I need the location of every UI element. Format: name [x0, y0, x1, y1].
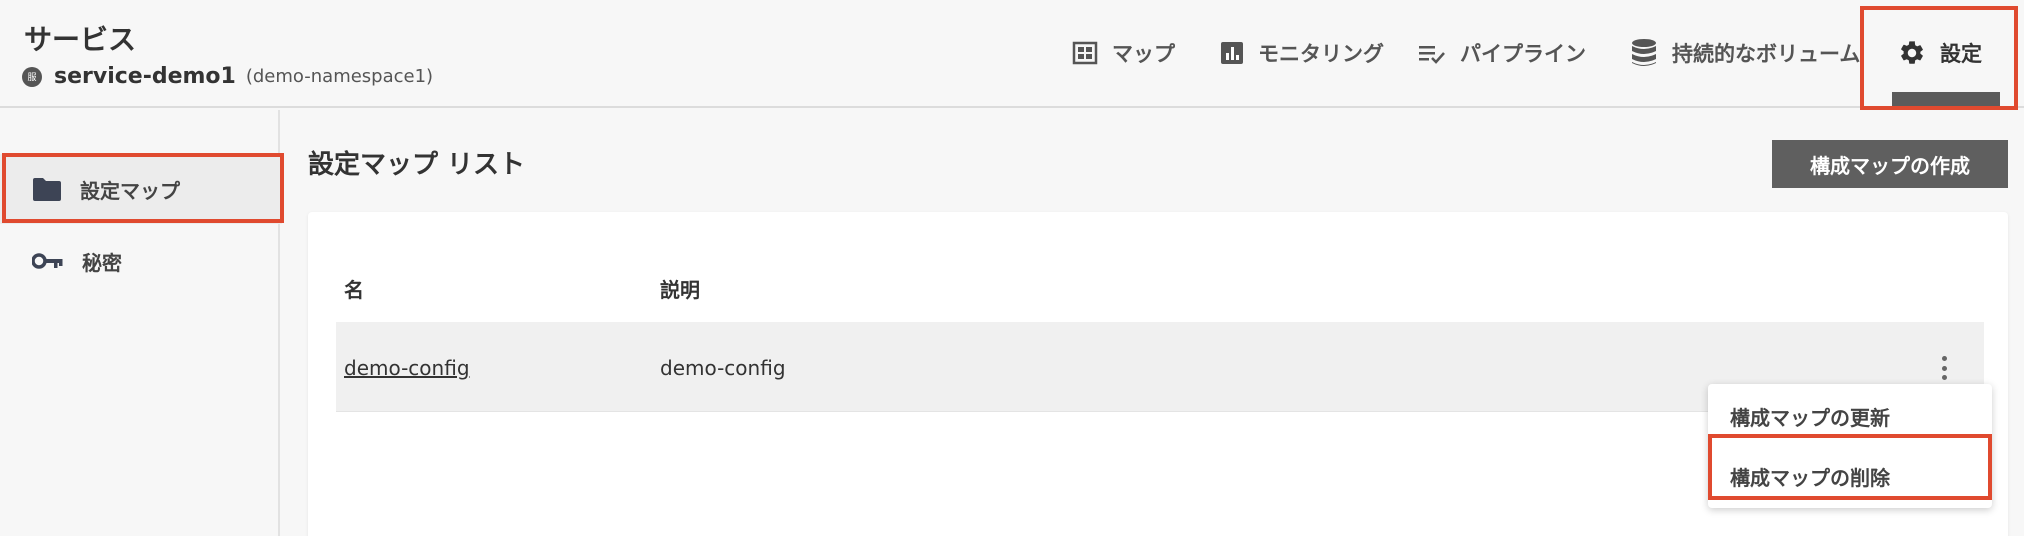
create-config-map-button[interactable]: 構成マップの作成 — [1772, 140, 2008, 188]
sidebar-item-label: 設定マップ — [80, 178, 180, 203]
gear-icon — [1901, 41, 1923, 64]
menu-item-update-config-map[interactable]: 構成マップの更新 — [1708, 388, 1992, 444]
sidebar-item-secret[interactable]: 秘密 — [0, 226, 282, 296]
database-icon — [1632, 39, 1656, 66]
app-header: サービス 服 service-demo1 (demo-namespace1) マ… — [0, 0, 2024, 108]
active-tab-indicator — [1892, 92, 2000, 106]
column-header-description: 説明 — [660, 278, 700, 302]
sidebar: 設定マップ 秘密 — [0, 110, 282, 536]
service-name: service-demo1 — [54, 64, 236, 89]
tab-pipeline-label: パイプライン — [1460, 42, 1586, 66]
folder-icon — [33, 178, 61, 201]
tab-map[interactable]: マップ — [1072, 0, 1175, 106]
tab-pipeline[interactable]: パイプライン — [1418, 0, 1586, 106]
chart-icon — [1221, 42, 1243, 64]
tab-persistent-volume[interactable]: 持続的なボリューム — [1630, 0, 1860, 106]
sidebar-item-label: 秘密 — [82, 250, 122, 275]
config-map-description: demo-config — [660, 356, 786, 380]
tab-map-label: マップ — [1112, 42, 1175, 66]
menu-item-delete-config-map[interactable]: 構成マップの削除 — [1708, 448, 1992, 504]
row-actions-menu-icon[interactable] — [1936, 354, 1952, 382]
service-info: 服 service-demo1 (demo-namespace1) — [22, 64, 433, 89]
namespace-label: (demo-namespace1) — [245, 66, 434, 87]
service-avatar: 服 — [22, 66, 42, 87]
key-icon — [32, 253, 63, 269]
column-header-name: 名 — [344, 278, 364, 302]
tab-monitoring[interactable]: モニタリング — [1220, 0, 1384, 106]
tab-settings[interactable]: 設定 — [1898, 0, 1982, 106]
tab-settings-label: 設定 — [1940, 42, 1982, 66]
page-title: サービス — [24, 23, 137, 56]
map-icon — [1072, 41, 1098, 65]
section-heading: 設定マップ リスト — [308, 150, 526, 180]
tab-persistent-volume-label: 持続的なボリューム — [1672, 42, 1861, 66]
pipeline-icon — [1419, 46, 1445, 64]
tab-monitoring-label: モニタリング — [1258, 42, 1384, 66]
sidebar-item-config-map[interactable]: 設定マップ — [0, 154, 282, 224]
config-map-name-link[interactable]: demo-config — [344, 356, 470, 380]
row-context-menu: 構成マップの更新 構成マップの削除 — [1708, 384, 1992, 508]
